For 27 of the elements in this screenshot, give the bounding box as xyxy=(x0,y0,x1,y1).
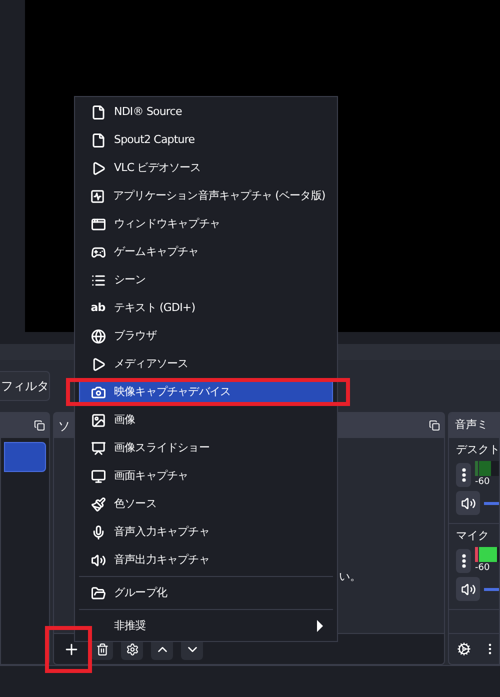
menu-item[interactable]: Spout2 Capture xyxy=(79,126,333,154)
meter-scale-label: -60 xyxy=(475,476,491,488)
menu-item[interactable]: 画面キャプチャ xyxy=(79,462,333,490)
menu-item[interactable]: アプリケーション音声キャプチャ (ベータ版) xyxy=(79,182,333,210)
menu-item[interactable]: ab テキスト (GDI+) xyxy=(79,294,333,322)
text-icon: ab xyxy=(90,300,106,316)
menu-item[interactable]: グループ化 xyxy=(79,579,333,607)
menu-item[interactable]: NDI® Source xyxy=(79,98,333,126)
menu-item[interactable]: ゲームキャプチャ xyxy=(79,238,333,266)
panel-title: 音声ミ xyxy=(455,417,488,434)
menu-item[interactable]: 非推奨 xyxy=(79,612,333,640)
channel-name: マイク xyxy=(456,528,490,544)
meter-scale-label: -60 xyxy=(475,562,491,574)
menu-item[interactable]: VLC ビデオソース xyxy=(79,154,333,182)
menu-item[interactable]: 音声出力キャプチャ xyxy=(79,546,333,574)
menu-item[interactable]: 色ソース xyxy=(79,490,333,518)
menu-item[interactable]: ウィンドウキャプチャ xyxy=(79,210,333,238)
menu-item[interactable]: ブラウザ xyxy=(79,322,333,350)
menu-item[interactable]: 音声入力キャプチャ xyxy=(79,518,333,546)
menu-item[interactable]: 画像スライドショー xyxy=(79,434,333,462)
menu-item[interactable]: シーン xyxy=(79,266,333,294)
panel-title: ソ xyxy=(58,418,70,434)
channel-name: デスクト xyxy=(456,442,499,458)
filter-button[interactable]: フィルタ xyxy=(0,371,50,401)
menu-item[interactable]: メディアソース xyxy=(79,350,333,378)
empty-hint: い。 xyxy=(339,568,362,584)
menu-item[interactable]: 画像 xyxy=(79,406,333,434)
